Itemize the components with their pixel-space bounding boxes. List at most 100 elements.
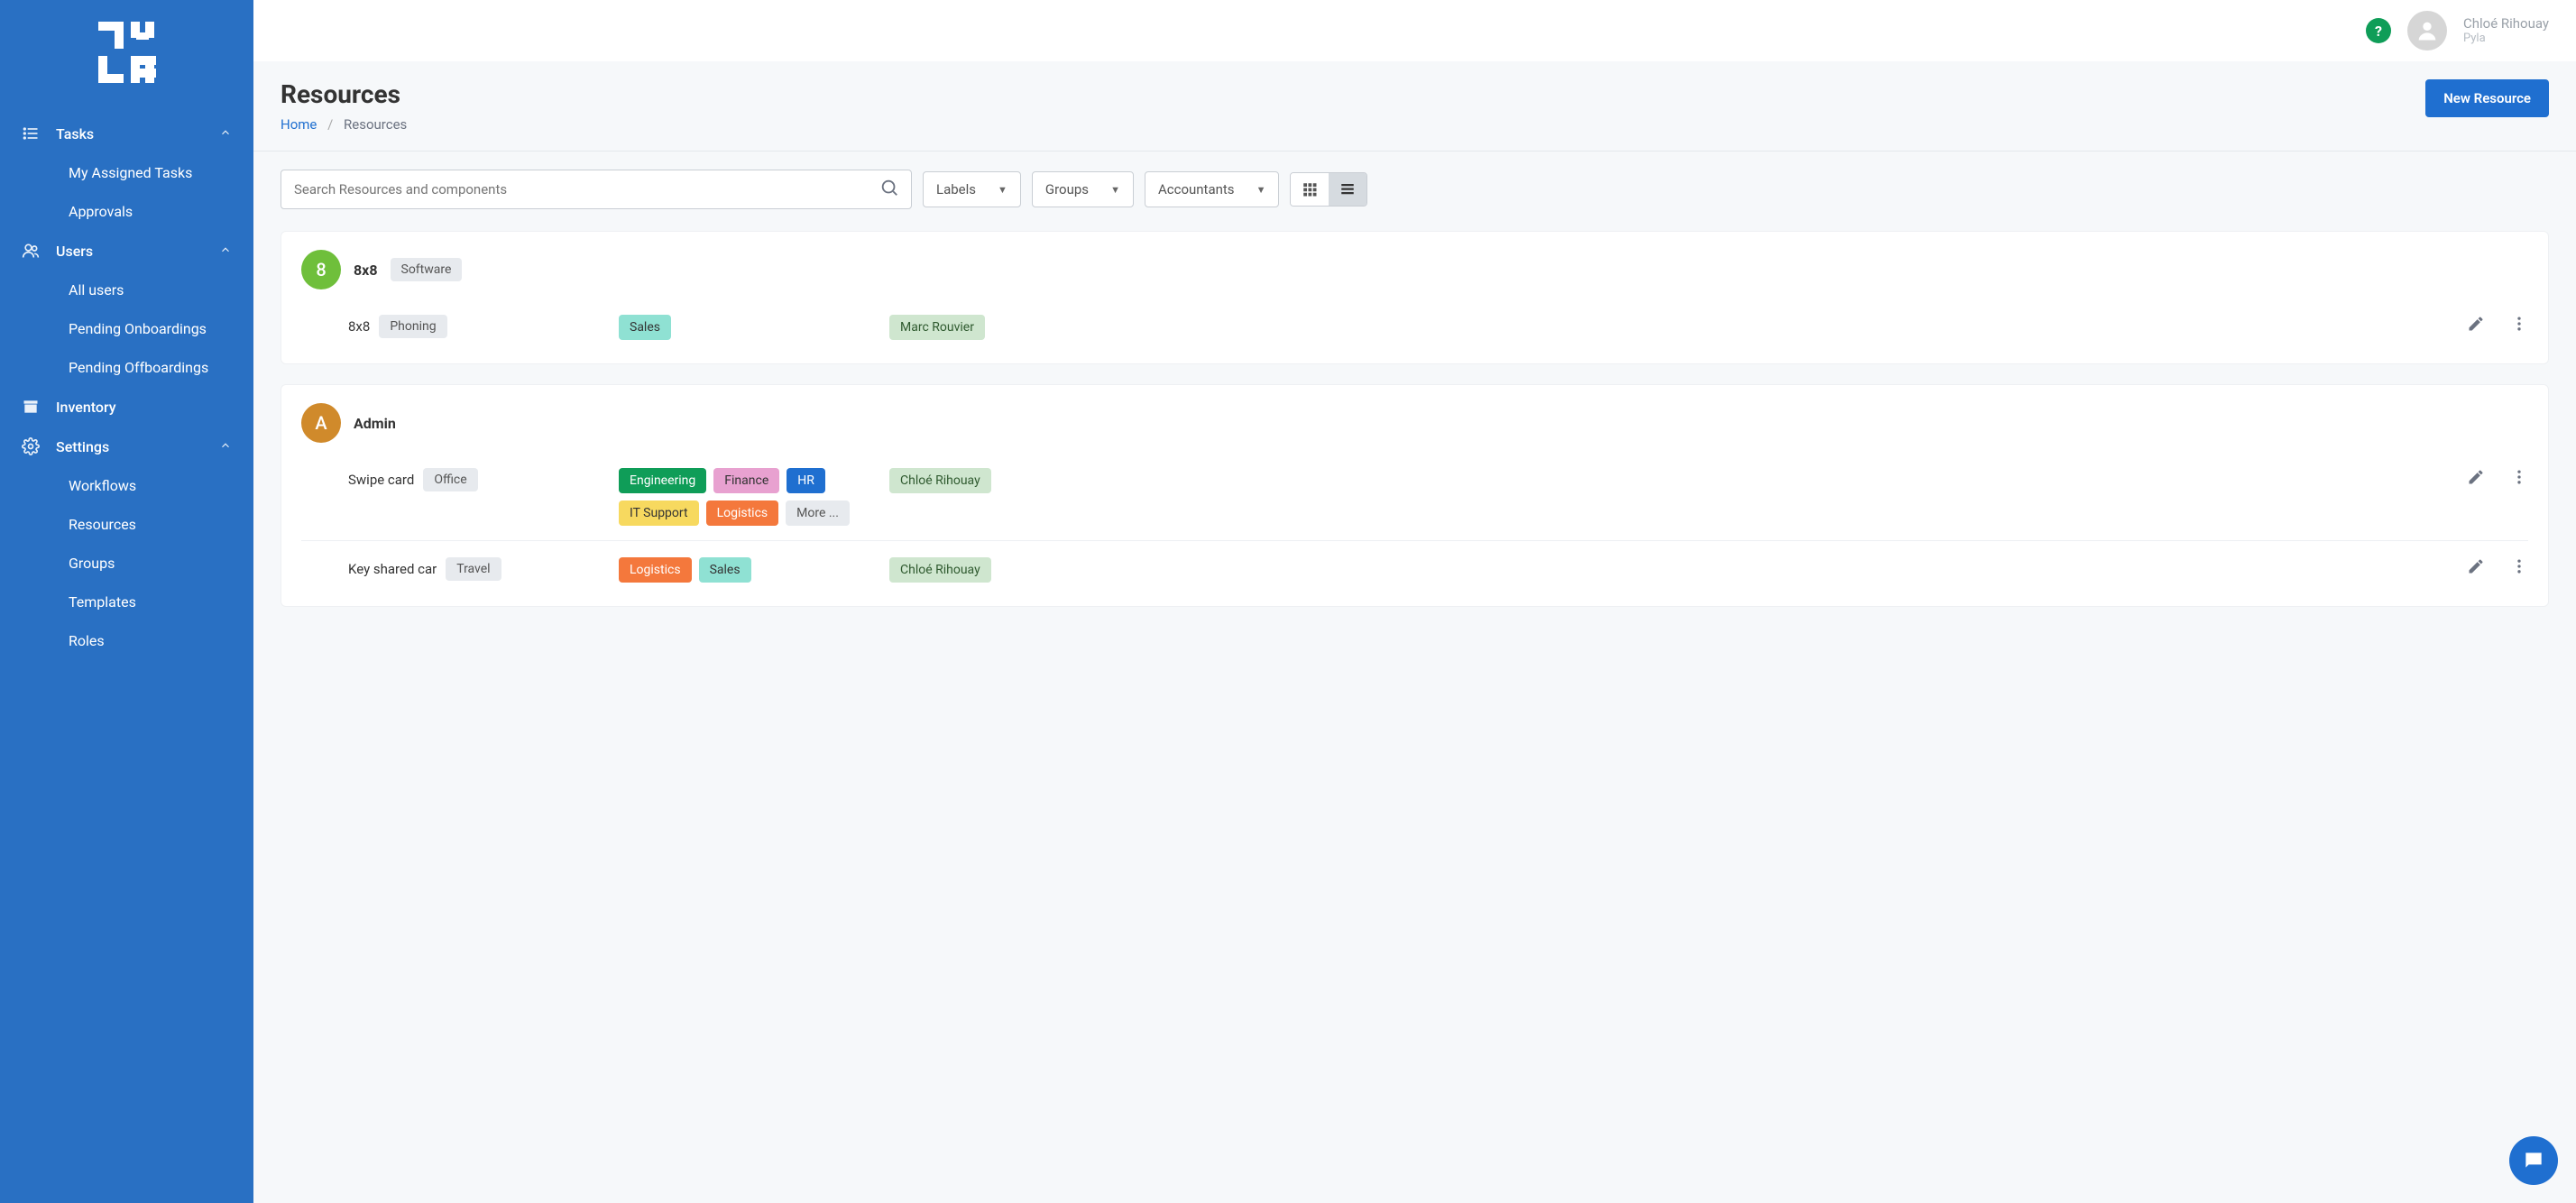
resource-card: A Admin Swipe card Office Engineering Finance…	[281, 384, 2549, 607]
edit-icon[interactable]	[2467, 315, 2485, 336]
nav-item-all-users[interactable]: All users	[0, 271, 253, 309]
row-tags: Logistics Sales	[619, 557, 889, 583]
dropdown-icon: ▼	[1256, 184, 1266, 196]
row-owner: Chloé Rihouay	[889, 557, 1124, 583]
tag[interactable]: Finance	[713, 468, 779, 493]
dropdown-icon: ▼	[998, 184, 1007, 196]
resource-title: Admin	[354, 415, 396, 432]
nav-header-inventory[interactable]: Inventory	[0, 387, 253, 427]
list-icon	[22, 124, 40, 142]
gear-icon	[22, 437, 40, 455]
tag[interactable]: IT Support	[619, 500, 699, 526]
nav-group-inventory: Inventory	[0, 387, 253, 427]
row-type-chip: Office	[423, 468, 477, 491]
nav-group-settings: Settings Workflows Resources Groups Temp…	[0, 427, 253, 660]
tag[interactable]: Logistics	[619, 557, 692, 583]
owner-badge: Chloé Rihouay	[889, 557, 991, 583]
nav-item-pending-onboardings[interactable]: Pending Onboardings	[0, 309, 253, 348]
nav-label: Inventory	[56, 399, 116, 416]
owner-badge: Chloé Rihouay	[889, 468, 991, 493]
resource-title: 8x8	[354, 262, 378, 279]
owner-badge: Marc Rouvier	[889, 315, 985, 340]
nav-header-settings[interactable]: Settings	[0, 427, 253, 466]
nav-label: Tasks	[56, 125, 94, 142]
nav-label: Settings	[56, 438, 109, 455]
nav-group-users: Users All users Pending Onboardings Pend…	[0, 231, 253, 387]
search-icon[interactable]	[879, 178, 899, 201]
row-name: Swipe card Office	[348, 468, 619, 491]
resource-card-head: A Admin	[301, 403, 2528, 443]
labels-select[interactable]: Labels ▼	[923, 171, 1021, 207]
nav-group-tasks: Tasks My Assigned Tasks Approvals	[0, 114, 253, 231]
user-meta[interactable]: Chloé Rihouay Pyla	[2463, 15, 2549, 46]
tag[interactable]: More ...	[786, 500, 850, 526]
edit-icon[interactable]	[2467, 557, 2485, 579]
nav-item-pending-offboardings[interactable]: Pending Offboardings	[0, 348, 253, 387]
resource-type-chip: Software	[391, 258, 463, 281]
row-type-chip: Phoning	[379, 315, 446, 338]
chevron-up-icon	[219, 438, 232, 455]
nav-header-tasks[interactable]: Tasks	[0, 114, 253, 153]
more-icon[interactable]	[2510, 468, 2528, 490]
main: ? Chloé Rihouay Pyla Resources Home / Re…	[253, 0, 2576, 1203]
breadcrumb-home[interactable]: Home	[281, 116, 317, 133]
row-name: Key shared carTravel	[348, 557, 619, 581]
select-label: Accountants	[1158, 181, 1235, 197]
accountants-select[interactable]: Accountants ▼	[1145, 171, 1280, 207]
row-tags: Sales	[619, 315, 889, 340]
row-actions	[2467, 315, 2528, 336]
nav-item-templates[interactable]: Templates	[0, 583, 253, 621]
nav-item-approvals[interactable]: Approvals	[0, 192, 253, 231]
row-name-text: Swipe card	[348, 472, 414, 488]
tag[interactable]: Engineering	[619, 468, 706, 493]
row-owner: Marc Rouvier	[889, 315, 1124, 340]
nav-item-groups[interactable]: Groups	[0, 544, 253, 583]
row-type-chip: Travel	[446, 557, 501, 581]
search-wrap	[281, 170, 912, 209]
content: Labels▼ Groups▼ Accountants▼ 88x8Softwar…	[253, 152, 2576, 1203]
breadcrumb-current: Resources	[344, 116, 407, 133]
tag[interactable]: Sales	[619, 315, 671, 340]
resource-row: 8x8PhoningSales Marc Rouvier	[301, 309, 2528, 345]
chat-launcher[interactable]	[2509, 1136, 2558, 1185]
nav-item-roles[interactable]: Roles	[0, 621, 253, 660]
more-icon[interactable]	[2510, 557, 2528, 579]
tag[interactable]: HR	[787, 468, 825, 493]
tag[interactable]: Logistics	[706, 500, 779, 526]
more-icon[interactable]	[2510, 315, 2528, 336]
nav-item-my-assigned-tasks[interactable]: My Assigned Tasks	[0, 153, 253, 192]
nav-item-resources[interactable]: Resources	[0, 505, 253, 544]
row-actions	[2467, 468, 2528, 490]
page-title: Resources	[281, 79, 407, 109]
filter-bar: Labels ▼ Groups▼ Accountants ▼	[281, 170, 2549, 209]
select-label: Labels	[936, 181, 976, 197]
help-icon[interactable]: ?	[2366, 18, 2391, 43]
view-toggle	[1290, 172, 1367, 207]
resource-row: Key shared carTravelLogistics Sales Chloé …	[301, 540, 2528, 588]
user-avatar[interactable]	[2407, 11, 2447, 51]
tag[interactable]: Sales	[699, 557, 751, 583]
resource-card-head: 88x8Software	[301, 250, 2528, 289]
nav-item-workflows[interactable]: Workflows	[0, 466, 253, 505]
edit-icon[interactable]	[2467, 468, 2485, 490]
resource-avatar: A	[301, 403, 341, 443]
search-input[interactable]	[281, 170, 912, 209]
row-actions	[2467, 557, 2528, 579]
users-icon	[22, 242, 40, 260]
breadcrumb-sep: /	[327, 116, 333, 133]
user-name: Chloé Rihouay	[2463, 15, 2549, 32]
resource-card: 88x8Software8x8PhoningSalesMarc Rouvier	[281, 231, 2549, 364]
row-name: 8x8Phoning	[348, 315, 619, 338]
nav-header-users[interactable]: Users	[0, 231, 253, 271]
chevron-up-icon	[219, 125, 232, 142]
list-view-button[interactable]	[1329, 173, 1366, 206]
grid-view-button[interactable]	[1291, 173, 1329, 206]
new-resource-button[interactable]: New Resource	[2425, 79, 2549, 117]
sidebar: Tasks My Assigned Tasks Approvals Users …	[0, 0, 253, 1203]
groups-select[interactable]: Groups▼	[1032, 171, 1134, 207]
row-tags: Engineering Finance HR IT Support Logistics M…	[619, 468, 889, 526]
chevron-up-icon	[219, 243, 232, 260]
user-org: Pyla	[2463, 32, 2549, 46]
resource-row: Swipe card Office Engineering Finance HR IT S…	[301, 463, 2528, 531]
dropdown-icon: ▼	[1110, 184, 1120, 196]
